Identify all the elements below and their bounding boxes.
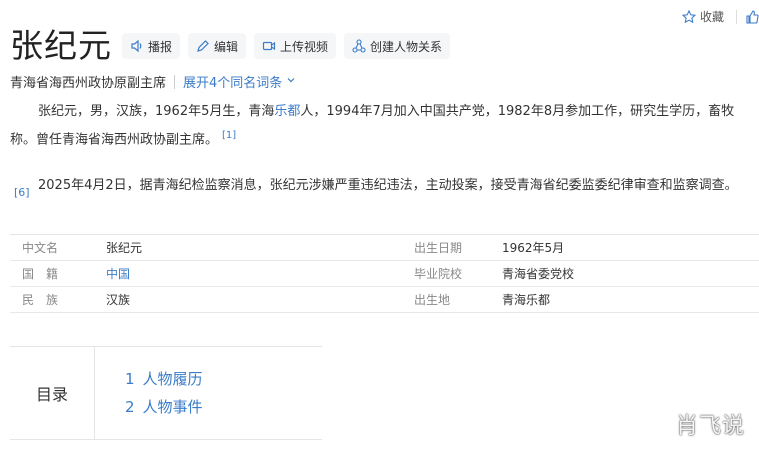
toc-item-label: 人物履历 — [142, 370, 203, 388]
table-of-contents: 目录 1 人物履历 2 人物事件 — [10, 346, 322, 440]
play-label: 播报 — [148, 39, 173, 54]
edit-label: 编辑 — [214, 39, 239, 54]
watermark: 肖飞说 — [675, 414, 745, 439]
info-value: 汉族 — [106, 293, 131, 307]
info-key: 国 籍 — [22, 267, 59, 281]
summary-text: 张纪元，男，汉族，1962年5月生，青海 — [38, 104, 275, 119]
info-value: 青海省委党校 — [502, 267, 575, 281]
favorite-button[interactable]: 收藏 — [681, 8, 736, 25]
summary-paragraph-2: 2025年4月2日，据青海纪检监察消息，张纪元涉嫌严重违纪违法，主动投案，接受青… — [10, 174, 759, 198]
reference-link-1[interactable]: [1] — [222, 130, 236, 141]
pencil-icon — [196, 39, 210, 53]
info-row: 国 籍 中国 毕业院校 青海省委党校 — [10, 261, 759, 287]
upload-video-label: 上传视频 — [280, 39, 329, 54]
place-link-ledu[interactable]: 乐都 — [274, 104, 300, 119]
info-value: 1962年5月 — [502, 241, 565, 255]
basic-info-table: 中文名 张纪元 出生日期 1962年5月 国 籍 中国 毕业院校 青海省委党校 … — [10, 234, 759, 313]
title-row: 张纪元 播报 编辑 上传视频 创建人物关系 — [10, 26, 458, 66]
info-key: 出生日期 — [414, 241, 463, 255]
toc-item[interactable]: 2 人物事件 — [125, 393, 203, 421]
summary: 张纪元，男，汉族，1962年5月生，青海乐都人，1994年7月加入中国共产党，1… — [10, 100, 759, 198]
info-value: 张纪元 — [106, 241, 143, 255]
summary-paragraph-1: 张纪元，男，汉族，1962年5月生，青海乐都人，1994年7月加入中国共产党，1… — [10, 100, 759, 124]
toc-item-label: 人物事件 — [142, 398, 203, 416]
divider — [736, 9, 737, 24]
info-key: 毕业院校 — [414, 267, 463, 281]
info-value: 青海乐都 — [502, 293, 551, 307]
expand-homonyms-link[interactable]: 展开4个同名词条 — [183, 72, 296, 91]
nationality-link[interactable]: 中国 — [106, 265, 406, 282]
favorite-label: 收藏 — [699, 10, 724, 24]
summary-text: 称。曾任青海省海西州政协副主席。 — [10, 132, 219, 148]
thumbs-up-icon — [745, 9, 759, 24]
toc-item[interactable]: 1 人物履历 — [125, 365, 203, 393]
summary-text: 人，1994年7月加入中国共产党，1982年8月参加工作，研究生学历，畜牧 — [300, 104, 735, 119]
upload-video-button[interactable]: 上传视频 — [254, 33, 337, 59]
expand-homonyms-label: 展开4个同名词条 — [183, 76, 283, 91]
info-key: 民 族 — [22, 293, 59, 307]
info-key: 中文名 — [22, 241, 59, 255]
chevron-down-icon — [286, 74, 296, 89]
create-relation-button[interactable]: 创建人物关系 — [344, 33, 451, 59]
reference-link-6[interactable]: [6] — [14, 186, 30, 199]
subtitle-row: 青海省海西州政协原副主席 展开4个同名词条 — [10, 72, 296, 91]
summary-paragraph-1-cont: 称。曾任青海省海西州政协副主席。 [1] — [10, 124, 759, 152]
subtitle: 青海省海西州政协原副主席 — [10, 76, 167, 91]
info-row: 民 族 汉族 出生地 青海乐都 — [10, 287, 759, 313]
page-title: 张纪元 — [10, 26, 112, 65]
relation-network-icon — [352, 39, 366, 53]
summary-text: 2025年4月2日，据青海纪检监察消息，张纪元涉嫌严重违纪违法，主动投案，接受青… — [38, 178, 738, 194]
edit-button[interactable]: 编辑 — [188, 33, 247, 59]
play-button[interactable]: 播报 — [122, 33, 181, 59]
top-actions: 收藏 — [681, 8, 759, 25]
toc-list: 1 人物履历 2 人物事件 — [95, 347, 203, 439]
star-icon — [681, 9, 696, 24]
speaker-icon — [130, 39, 144, 53]
toc-item-number: 1 — [125, 370, 135, 388]
toc-item-number: 2 — [125, 398, 135, 416]
create-relation-label: 创建人物关系 — [370, 39, 443, 54]
video-camera-icon — [262, 39, 276, 53]
info-row: 中文名 张纪元 出生日期 1962年5月 — [10, 235, 759, 261]
info-key: 出生地 — [414, 293, 451, 307]
divider — [174, 74, 176, 89]
like-button[interactable] — [745, 9, 759, 24]
toc-label: 目录 — [10, 347, 95, 439]
